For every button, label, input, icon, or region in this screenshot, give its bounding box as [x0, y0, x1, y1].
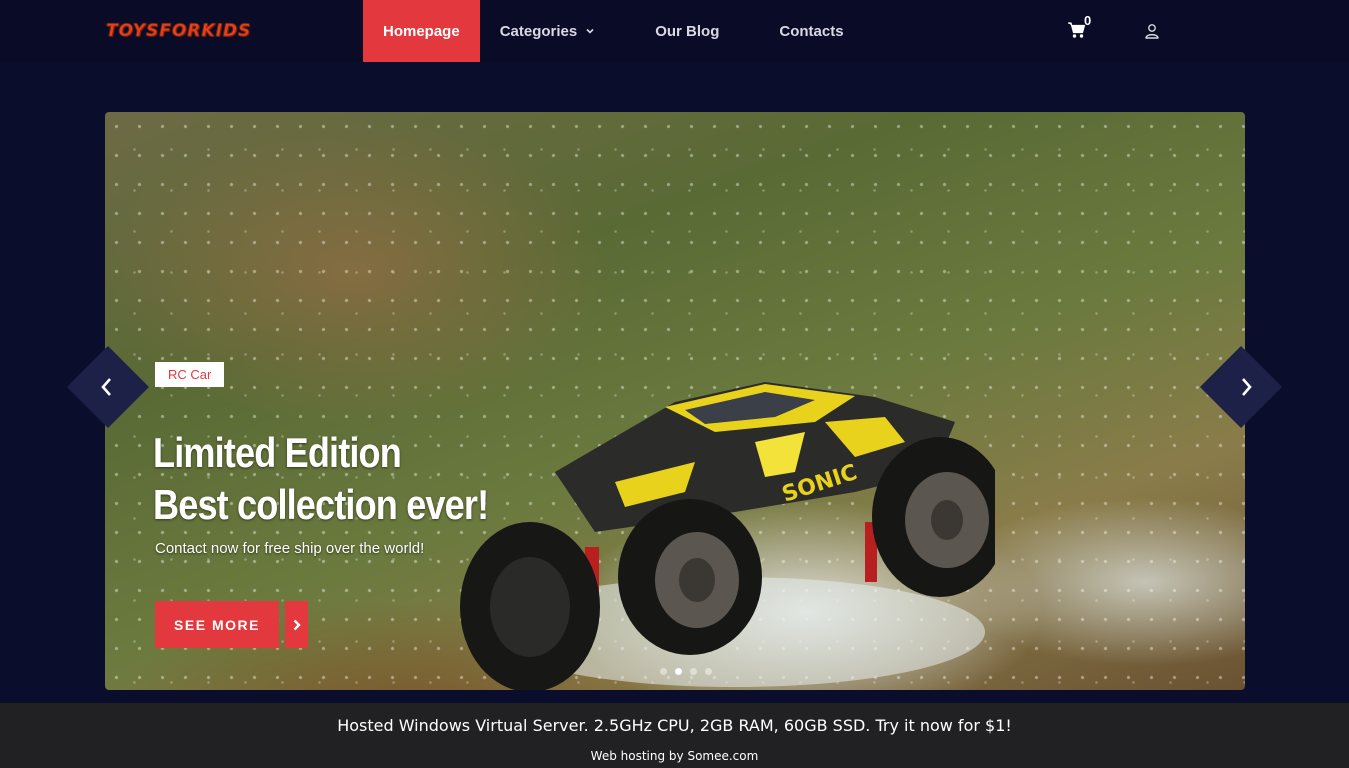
see-more-arrow-button[interactable] [285, 601, 308, 648]
hero-slider: SONIC RC Car Limited Edition Best collec… [105, 112, 1245, 690]
category-tag[interactable]: RC Car [155, 362, 225, 387]
slide-subline: Contact now for free ship over the world… [155, 540, 425, 557]
nav-item-categories-label: Categories [499, 22, 578, 40]
rc-car-image: SONIC [460, 382, 995, 690]
site-logo[interactable]: TOYSFORKIDS [106, 21, 251, 42]
nav-item-blog[interactable]: Our Blog [635, 0, 739, 62]
slide-headline-line2: Best collection ever! [153, 481, 489, 528]
cart-count-badge: 0 [1084, 13, 1092, 28]
site-header: TOYSFORKIDS Homepage Categories Our Blog… [0, 0, 1349, 62]
chevron-down-icon [586, 28, 594, 34]
slider-dots [660, 668, 712, 675]
slider-dot[interactable] [705, 668, 712, 675]
slider-dot[interactable] [660, 668, 667, 675]
hosting-banner-text[interactable]: Hosted Windows Virtual Server. 2.5GHz CP… [0, 716, 1349, 735]
see-more-button[interactable]: SEE MORE [155, 601, 279, 648]
chevron-right-icon [293, 619, 301, 630]
hosting-banner[interactable]: Hosted Windows Virtual Server. 2.5GHz CP… [0, 703, 1349, 768]
main-nav: Homepage Categories Our Blog Contacts [363, 0, 864, 62]
slide-headline-line1: Limited Edition [153, 429, 402, 476]
hosting-banner-credit[interactable]: Web hosting by Somee.com [0, 749, 1349, 763]
slider-dot-active[interactable] [675, 668, 682, 675]
user-icon[interactable] [1144, 23, 1160, 39]
slide-headline: Limited Edition Best collection ever! [153, 427, 489, 531]
nav-item-contacts[interactable]: Contacts [759, 0, 863, 62]
nav-item-homepage[interactable]: Homepage [363, 0, 480, 62]
nav-item-categories[interactable]: Categories [480, 0, 616, 62]
slider-dot[interactable] [690, 668, 697, 675]
